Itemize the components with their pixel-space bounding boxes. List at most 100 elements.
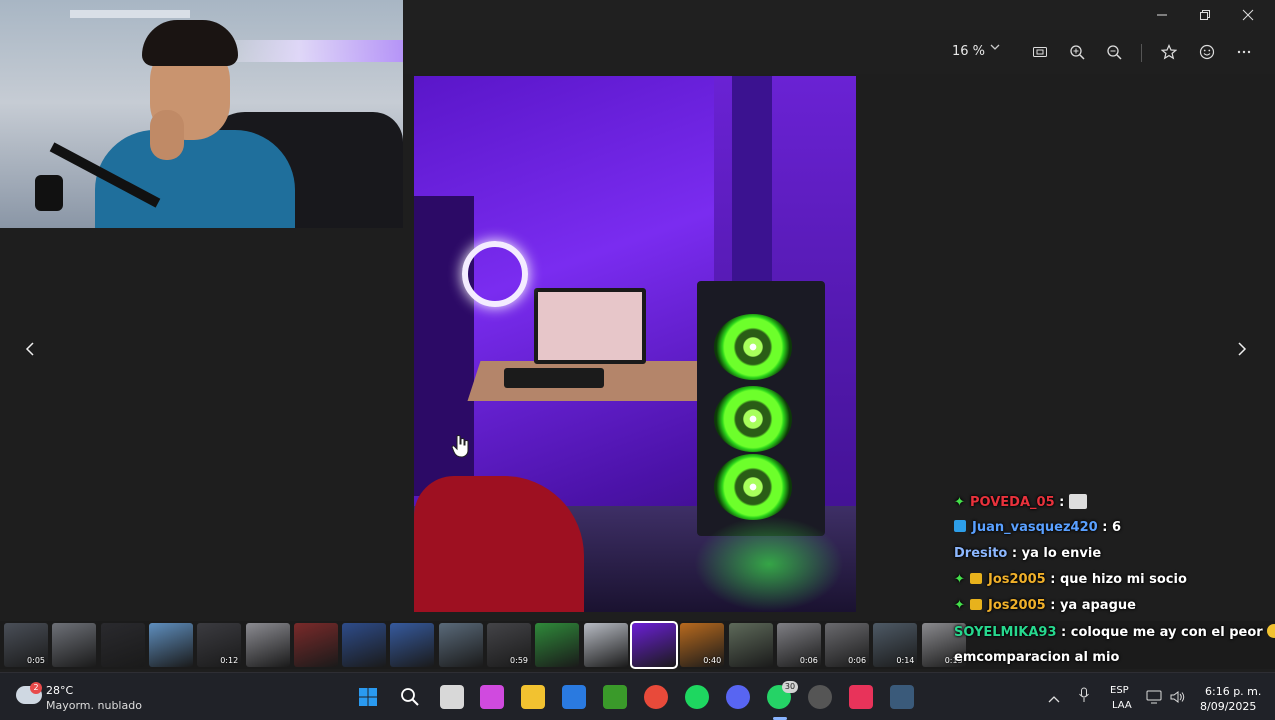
chat-username[interactable]: Jos2005 bbox=[988, 572, 1046, 587]
weather-temperature[interactable]: 28°C bbox=[46, 684, 73, 697]
language-indicator[interactable]: ESP bbox=[1110, 685, 1129, 696]
chat-username[interactable]: Dresito bbox=[954, 546, 1007, 561]
chat-text: coloque me ay con el peor bbox=[1070, 625, 1263, 640]
filmstrip-thumbnail[interactable] bbox=[245, 623, 290, 667]
zoom-level[interactable]: 16 % bbox=[952, 44, 985, 59]
webcam-person-hand bbox=[150, 110, 184, 160]
webcam-microphone bbox=[35, 175, 63, 211]
thumbnail-duration: 0:12 bbox=[220, 656, 239, 665]
filmstrip-thumbnail[interactable] bbox=[390, 623, 435, 667]
previous-image-icon[interactable] bbox=[20, 338, 40, 360]
photo-fan-top bbox=[714, 314, 792, 380]
chat-emote-icon bbox=[1068, 494, 1087, 509]
filmstrip-thumbnail[interactable] bbox=[293, 623, 338, 667]
spotify-icon[interactable] bbox=[685, 685, 709, 709]
volume-icon[interactable] bbox=[1170, 689, 1186, 708]
discord-icon[interactable] bbox=[726, 685, 750, 709]
chat-text: ya apague bbox=[1059, 598, 1136, 613]
filmstrip-thumbnail[interactable] bbox=[342, 623, 387, 667]
keyboard-layout-indicator[interactable]: LAA bbox=[1112, 700, 1132, 711]
chat-text: 6 bbox=[1111, 520, 1121, 535]
chat-message: Dresito : ya lo envie bbox=[954, 546, 1101, 561]
chat-message: ✦ Jos2005 : ya apague bbox=[954, 598, 1136, 613]
chat-separator: : bbox=[1007, 546, 1022, 561]
crown-badge-icon bbox=[970, 599, 982, 610]
webcam-person-hair bbox=[142, 20, 238, 66]
chrome-icon[interactable] bbox=[644, 685, 668, 709]
sub-badge-icon: ✦ bbox=[954, 598, 965, 613]
filmstrip-thumbnail[interactable]: 0:14 bbox=[873, 623, 918, 667]
close-icon[interactable] bbox=[1227, 0, 1269, 30]
laughing-emoji-icon bbox=[1266, 624, 1275, 638]
filmstrip-thumbnail[interactable]: 0:40 bbox=[680, 623, 725, 667]
chat-username[interactable]: Juan_vasquez420 bbox=[972, 520, 1098, 535]
main-image[interactable] bbox=[414, 76, 856, 612]
fit-screen-icon[interactable] bbox=[1028, 40, 1052, 64]
weather-alert-badge: 2 bbox=[30, 682, 42, 694]
chevron-down-icon[interactable] bbox=[990, 42, 1000, 55]
capcut-icon[interactable] bbox=[849, 685, 873, 709]
photo-fan-middle bbox=[714, 386, 792, 452]
thumbnail-duration: 0:14 bbox=[896, 656, 915, 665]
chat-username[interactable]: Jos2005 bbox=[988, 598, 1046, 613]
filmstrip-thumbnail[interactable]: 0:05 bbox=[4, 623, 48, 667]
filmstrip-thumbnail[interactable]: 0:06 bbox=[825, 623, 870, 667]
weather-description[interactable]: Mayorm. nublado bbox=[46, 699, 142, 712]
chat-text: ya lo envie bbox=[1021, 546, 1102, 561]
more-icon[interactable] bbox=[1232, 40, 1256, 64]
minimize-icon[interactable] bbox=[1141, 0, 1183, 30]
zoom-out-icon[interactable] bbox=[1102, 40, 1126, 64]
filmstrip-thumbnail[interactable] bbox=[728, 623, 773, 667]
thumbnail-duration: 0:06 bbox=[848, 656, 867, 665]
filmstrip-thumbnail-selected[interactable] bbox=[629, 621, 678, 669]
minecraft-icon[interactable] bbox=[603, 685, 627, 709]
thumbnail-duration: 0:59 bbox=[510, 656, 528, 665]
restore-icon[interactable] bbox=[1184, 0, 1226, 30]
task-view-icon[interactable] bbox=[440, 685, 464, 709]
filmstrip-thumbnail[interactable] bbox=[148, 623, 193, 667]
thumbnail-duration: 0:06 bbox=[799, 656, 818, 665]
network-icon[interactable] bbox=[1146, 689, 1162, 708]
chat-text: que hizo mi socio bbox=[1059, 572, 1187, 587]
chat-message: ✦ POVEDA_05 : bbox=[954, 494, 1087, 510]
thumbnail-duration: 0:05 bbox=[27, 656, 45, 665]
filmstrip-thumbnail[interactable] bbox=[100, 623, 145, 667]
taskbar: 2 28°C Mayorm. nublado 30 ESP LAA 6:16 p… bbox=[0, 672, 1275, 720]
obs-icon[interactable] bbox=[808, 685, 832, 709]
chat-username[interactable]: POVEDA_05 bbox=[970, 495, 1055, 510]
filmstrip-thumbnail[interactable] bbox=[52, 623, 97, 667]
chat-separator: : bbox=[1045, 572, 1060, 587]
photo-green-glow bbox=[694, 516, 844, 612]
microphone-icon[interactable] bbox=[1078, 687, 1090, 707]
zoom-in-icon[interactable] bbox=[1065, 40, 1089, 64]
file-explorer-icon[interactable] bbox=[521, 685, 545, 709]
smiley-icon[interactable] bbox=[1195, 40, 1219, 64]
search-icon[interactable] bbox=[398, 685, 422, 709]
filmstrip-thumbnail[interactable] bbox=[438, 623, 483, 667]
chat-username[interactable]: SOYELMIKA93 bbox=[954, 625, 1057, 640]
start-icon[interactable] bbox=[356, 685, 380, 709]
clock-date[interactable]: 8/09/2025 bbox=[1200, 700, 1256, 713]
whatsapp-notification-badge: 30 bbox=[782, 681, 798, 693]
chat-message: SOYELMIKA93 : coloque me ay con el peor bbox=[954, 624, 1275, 640]
filmstrip-thumbnail[interactable] bbox=[535, 623, 580, 667]
filmstrip-thumbnail[interactable] bbox=[583, 623, 628, 667]
store-icon[interactable] bbox=[562, 685, 586, 709]
next-image-icon[interactable] bbox=[1232, 338, 1252, 360]
chevron-up-icon[interactable] bbox=[1048, 689, 1060, 708]
copilot-icon[interactable] bbox=[480, 685, 504, 709]
filmstrip-thumbnail[interactable]: 0:06 bbox=[776, 623, 821, 667]
prime-badge-icon bbox=[954, 520, 966, 532]
clock-time[interactable]: 6:16 p. m. bbox=[1205, 685, 1261, 698]
hand-cursor-icon bbox=[451, 434, 469, 464]
calculator-icon[interactable] bbox=[890, 685, 914, 709]
webcam-overlay bbox=[0, 0, 403, 228]
filmstrip-thumbnail[interactable]: 0:59 bbox=[487, 623, 531, 667]
chat-message: ✦ Jos2005 : que hizo mi socio bbox=[954, 572, 1187, 587]
webcam-led-strip bbox=[230, 40, 403, 62]
chat-separator: : bbox=[1045, 598, 1060, 613]
filmstrip-thumbnail[interactable]: 0:12 bbox=[197, 623, 242, 667]
chat-message: emcomparacion al mio bbox=[954, 650, 1119, 665]
favorite-star-icon[interactable] bbox=[1157, 40, 1181, 64]
viewer-toolbar: 16 % bbox=[404, 30, 1275, 74]
